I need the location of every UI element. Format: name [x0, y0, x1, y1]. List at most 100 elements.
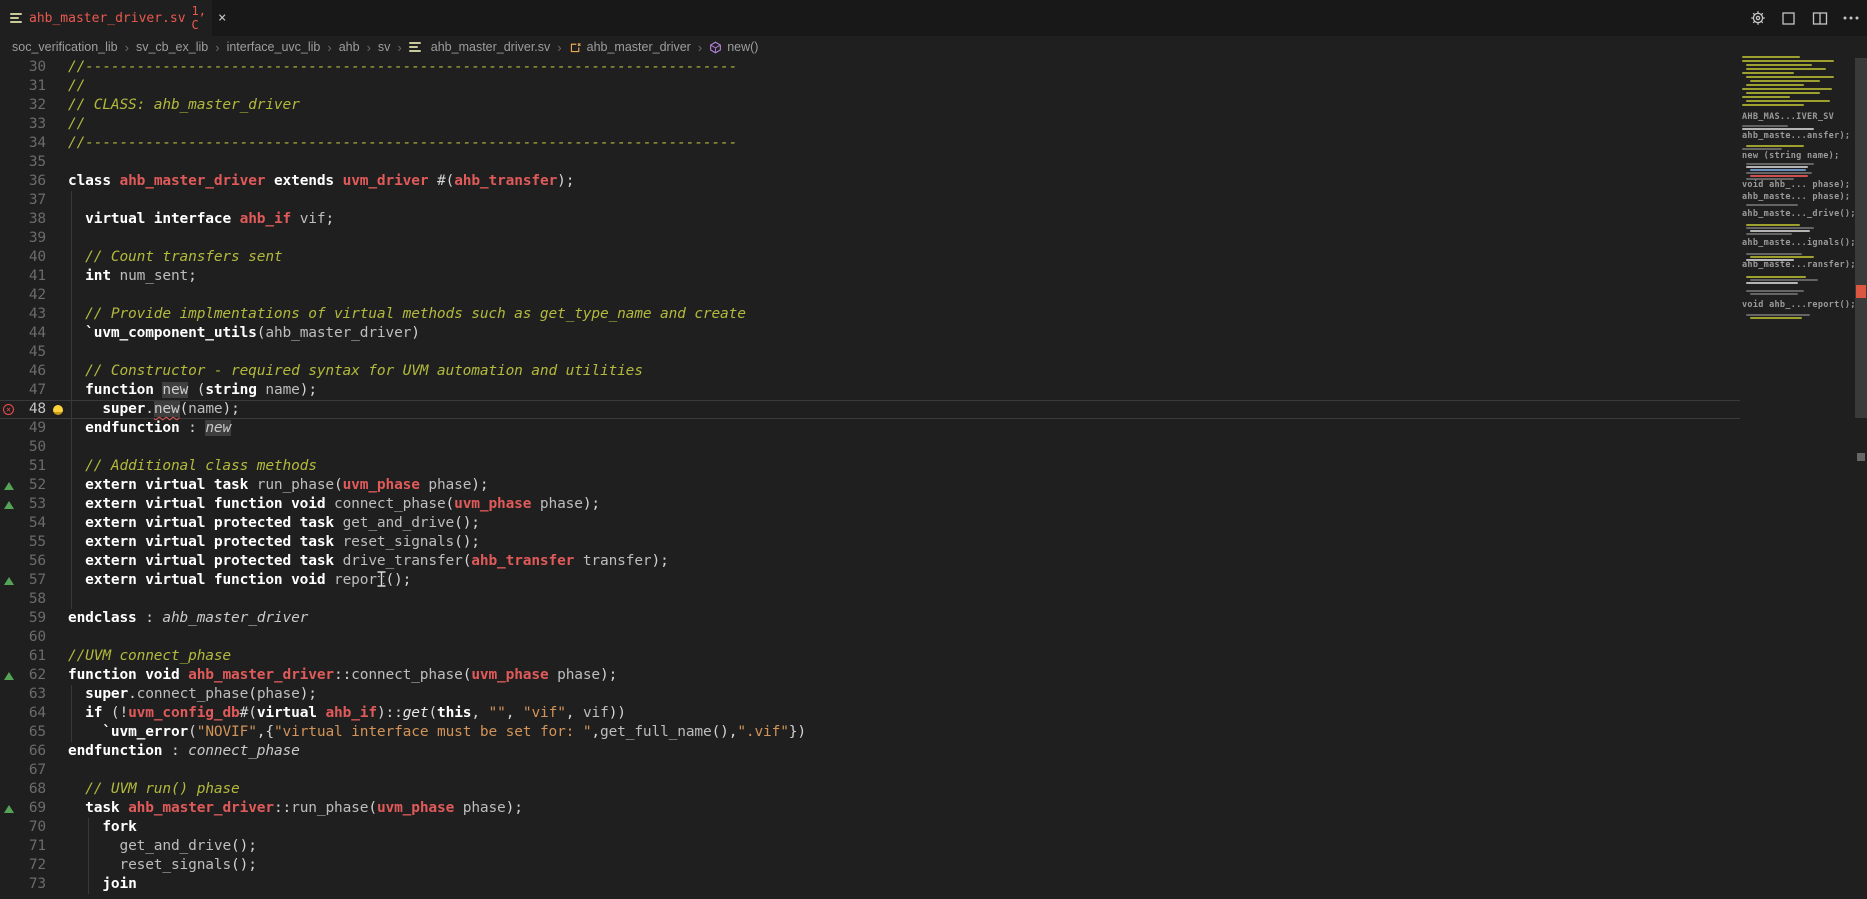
code-line[interactable]: 60: [0, 628, 1740, 647]
line-number[interactable]: 63: [0, 685, 46, 704]
line-number[interactable]: 58: [0, 590, 46, 609]
code-line[interactable]: 62function void ahb_master_driver::conne…: [0, 666, 1740, 685]
breadcrumb-item[interactable]: interface_uvc_lib: [227, 40, 321, 54]
line-number[interactable]: 37: [0, 191, 46, 210]
minimap[interactable]: AHB_MAS...IVER_SVahb_maste...ansfer);new…: [1740, 58, 1855, 899]
line-number[interactable]: 53: [0, 495, 46, 514]
code-line[interactable]: 66endfunction : connect_phase: [0, 742, 1740, 761]
breadcrumb-item[interactable]: new(): [709, 40, 758, 54]
code-line[interactable]: 35: [0, 153, 1740, 172]
code-line[interactable]: 40 // Count transfers sent: [0, 248, 1740, 267]
code-line[interactable]: 44 `uvm_component_utils(ahb_master_drive…: [0, 324, 1740, 343]
code-line[interactable]: 53 extern virtual function void connect_…: [0, 495, 1740, 514]
code-line[interactable]: 32// CLASS: ahb_master_driver: [0, 96, 1740, 115]
line-number[interactable]: 55: [0, 533, 46, 552]
code-line[interactable]: 58: [0, 590, 1740, 609]
code-line[interactable]: 73 join: [0, 875, 1740, 894]
line-number[interactable]: 46: [0, 362, 46, 381]
code-line[interactable]: 33//: [0, 115, 1740, 134]
line-number[interactable]: 52: [0, 476, 46, 495]
line-number[interactable]: 50: [0, 438, 46, 457]
line-number[interactable]: 39: [0, 229, 46, 248]
code-line[interactable]: 31//: [0, 77, 1740, 96]
line-number[interactable]: 68: [0, 780, 46, 799]
line-number[interactable]: 30: [0, 58, 46, 77]
code-line[interactable]: 36class ahb_master_driver extends uvm_dr…: [0, 172, 1740, 191]
code-line[interactable]: 56 extern virtual protected task drive_t…: [0, 552, 1740, 571]
line-number[interactable]: 49: [0, 419, 46, 438]
code-line[interactable]: 37: [0, 191, 1740, 210]
close-tab-icon[interactable]: ×: [218, 11, 226, 25]
breadcrumb-item[interactable]: ahb: [339, 40, 360, 54]
line-number[interactable]: 34: [0, 134, 46, 153]
line-number[interactable]: 44: [0, 324, 46, 343]
line-number[interactable]: 73: [0, 875, 46, 894]
line-number[interactable]: 32: [0, 96, 46, 115]
line-number[interactable]: 51: [0, 457, 46, 476]
line-number[interactable]: 69: [0, 799, 46, 818]
line-number[interactable]: 47: [0, 381, 46, 400]
code-line[interactable]: 46 // Constructor - required syntax for …: [0, 362, 1740, 381]
line-number[interactable]: 70: [0, 818, 46, 837]
code-line[interactable]: 71 get_and_drive();: [0, 837, 1740, 856]
line-number[interactable]: 71: [0, 837, 46, 856]
line-number[interactable]: 41: [0, 267, 46, 286]
line-number[interactable]: 43: [0, 305, 46, 324]
line-number[interactable]: 64: [0, 704, 46, 723]
breadcrumb-item[interactable]: sv: [378, 40, 391, 54]
code-line[interactable]: 70 fork: [0, 818, 1740, 837]
line-number[interactable]: 56: [0, 552, 46, 571]
code-line[interactable]: 65 `uvm_error("NOVIF",{"virtual interfac…: [0, 723, 1740, 742]
line-number[interactable]: 42: [0, 286, 46, 305]
code-line[interactable]: 59endclass : ahb_master_driver: [0, 609, 1740, 628]
code-line[interactable]: 61//UVM connect_phase: [0, 647, 1740, 666]
code-line[interactable]: 57 extern virtual function void report()…: [0, 571, 1740, 590]
code-line[interactable]: 45: [0, 343, 1740, 362]
line-number[interactable]: 66: [0, 742, 46, 761]
line-number[interactable]: 48: [0, 401, 46, 418]
line-number[interactable]: 67: [0, 761, 46, 780]
code-line[interactable]: 42: [0, 286, 1740, 305]
code-line[interactable]: 43 // Provide implmentations of virtual …: [0, 305, 1740, 324]
lightbulb-icon[interactable]: [53, 405, 63, 415]
code-line[interactable]: ×48 super.new(name);: [0, 400, 1740, 419]
settings-gear-icon[interactable]: [1749, 10, 1766, 27]
breadcrumb-item[interactable]: soc_verification_lib: [12, 40, 118, 54]
line-number[interactable]: 36: [0, 172, 46, 191]
breadcrumb-item[interactable]: ahb_master_driver.sv: [409, 40, 551, 54]
code-line[interactable]: 39: [0, 229, 1740, 248]
line-number[interactable]: 33: [0, 115, 46, 134]
line-number[interactable]: 31: [0, 77, 46, 96]
line-number[interactable]: 60: [0, 628, 46, 647]
code-line[interactable]: 51 // Additional class methods: [0, 457, 1740, 476]
code-line[interactable]: 55 extern virtual protected task reset_s…: [0, 533, 1740, 552]
code-line[interactable]: 54 extern virtual protected task get_and…: [0, 514, 1740, 533]
code-line[interactable]: 30//------------------------------------…: [0, 58, 1740, 77]
code-line[interactable]: 67: [0, 761, 1740, 780]
open-changes-icon[interactable]: [1780, 10, 1797, 27]
line-number[interactable]: 61: [0, 647, 46, 666]
more-actions-icon[interactable]: [1842, 10, 1859, 27]
breadcrumb-item[interactable]: sv_cb_ex_lib: [136, 40, 208, 54]
line-number[interactable]: 38: [0, 210, 46, 229]
code-line[interactable]: 41 int num_sent;: [0, 267, 1740, 286]
code-line[interactable]: 38 virtual interface ahb_if vif;: [0, 210, 1740, 229]
scrollbar-slider[interactable]: [1855, 58, 1867, 418]
line-number[interactable]: 59: [0, 609, 46, 628]
code-line[interactable]: 34//------------------------------------…: [0, 134, 1740, 153]
code-line[interactable]: 47 function new (string name);: [0, 381, 1740, 400]
code-line[interactable]: 49 endfunction : new: [0, 419, 1740, 438]
line-number[interactable]: 45: [0, 343, 46, 362]
code-line[interactable]: 68 // UVM run() phase: [0, 780, 1740, 799]
code-line[interactable]: 50: [0, 438, 1740, 457]
code-line[interactable]: 69 task ahb_master_driver::run_phase(uvm…: [0, 799, 1740, 818]
breadcrumb-item[interactable]: ahb_master_driver: [569, 40, 691, 54]
code-line[interactable]: 64 if (!uvm_config_db#(virtual ahb_if)::…: [0, 704, 1740, 723]
line-number[interactable]: 54: [0, 514, 46, 533]
line-number[interactable]: 57: [0, 571, 46, 590]
line-number[interactable]: 65: [0, 723, 46, 742]
split-editor-icon[interactable]: [1811, 10, 1828, 27]
code-line[interactable]: 63 super.connect_phase(phase);: [0, 685, 1740, 704]
tab-ahb-master-driver[interactable]: ahb_master_driver.sv 1, C ×: [0, 0, 212, 36]
code-line[interactable]: 72 reset_signals();: [0, 856, 1740, 875]
